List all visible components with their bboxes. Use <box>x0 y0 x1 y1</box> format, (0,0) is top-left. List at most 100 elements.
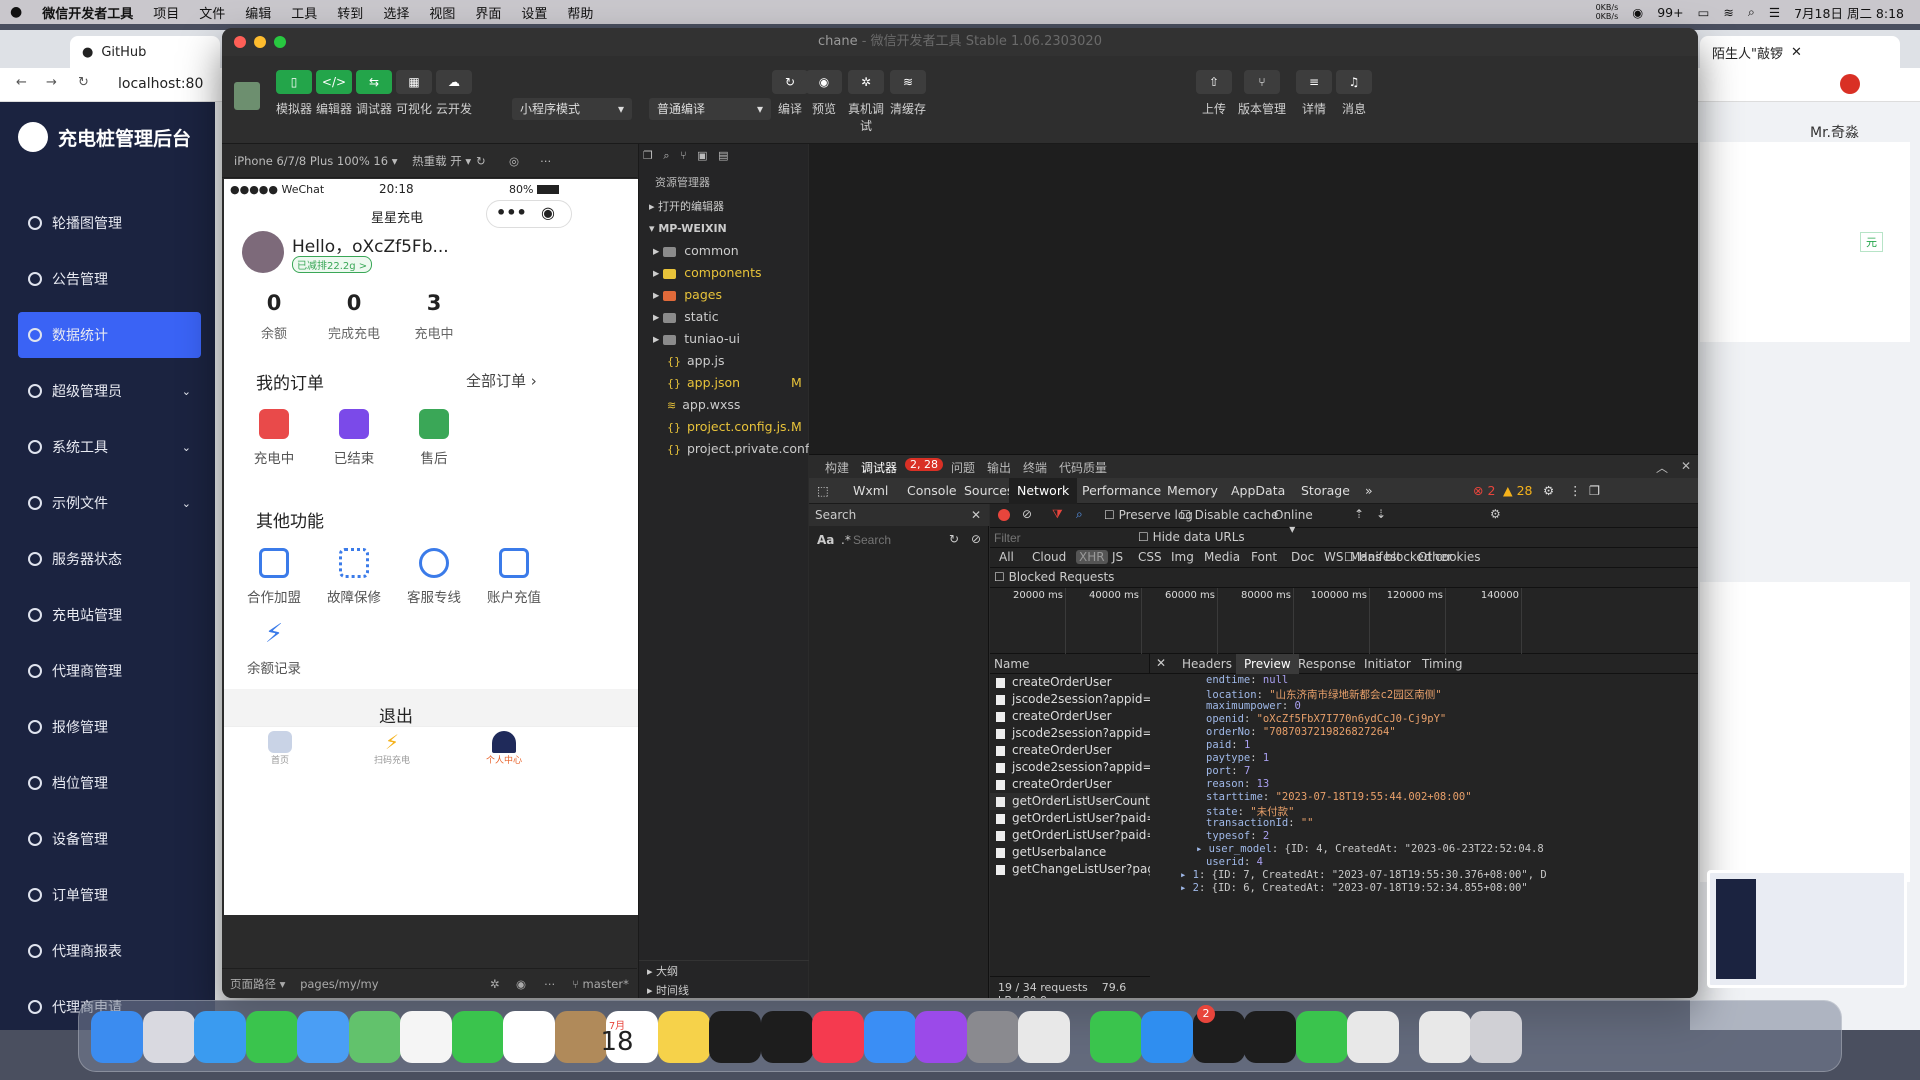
sidebar-item[interactable]: 数据统计 <box>18 312 201 358</box>
device-select[interactable]: iPhone 6/7/8 Plus 100% 16 <box>234 154 388 168</box>
settings-icon[interactable]: ✲ <box>490 969 500 998</box>
clear-icon[interactable]: ⊘ <box>1022 507 1032 521</box>
extensions-icon[interactable]: ▣ <box>697 149 707 162</box>
mode-select[interactable]: 小程序模式 ▾ <box>512 98 632 120</box>
record-button[interactable] <box>998 509 1010 521</box>
simulator-button[interactable]: ▯ 模拟器 <box>274 70 314 117</box>
regex-toggle[interactable]: .* <box>841 533 851 547</box>
screenshot-thumbnail[interactable] <box>1707 870 1907 988</box>
tab-performance[interactable]: Performance <box>1074 478 1169 504</box>
tab-problems[interactable]: 问题 <box>951 459 975 476</box>
more-icon[interactable]: ⋯ <box>544 969 556 998</box>
preview-line[interactable]: orderNo: "7087037219826827264" <box>1206 726 1396 738</box>
more-icon[interactable]: ••• <box>496 203 527 222</box>
folder-item[interactable]: ▸ components <box>639 262 809 284</box>
name-column-header[interactable]: Name <box>990 654 1150 674</box>
settings-icon[interactable]: ⚙ <box>1490 507 1501 521</box>
url-field[interactable]: localhost:80 <box>118 76 203 92</box>
menu-select[interactable]: 选择 <box>373 3 419 22</box>
wechat-status-icon[interactable]: ◉ <box>1632 5 1643 20</box>
appstore-icon[interactable] <box>863 1011 916 1063</box>
tab-timing[interactable]: Timing <box>1414 654 1471 674</box>
sidebar-item[interactable]: 设备管理 <box>18 816 201 862</box>
wechat-icon[interactable] <box>1089 1011 1142 1063</box>
menu-edit[interactable]: 编辑 <box>235 3 281 22</box>
sidebar-item[interactable]: 代理商报表 <box>18 928 201 974</box>
order-aftersale[interactable]: 售后 <box>394 409 474 467</box>
request-row[interactable]: getUserbalance <box>990 844 1150 861</box>
request-row[interactable]: createOrderUser <box>990 708 1150 725</box>
fn-repair[interactable]: 故障保修 <box>314 548 394 606</box>
folder-item[interactable]: ▸ common <box>639 240 809 262</box>
user-name[interactable]: Mr.奇淼 <box>1810 122 1859 142</box>
blocked-cookies-checkbox[interactable]: ☐ Has blocked cookies <box>1344 550 1480 564</box>
close-icon[interactable]: ✕ <box>1791 45 1802 60</box>
request-row[interactable]: getOrderListUserCount <box>990 793 1150 810</box>
folder-item[interactable]: ▸ tuniao-ui <box>639 328 809 350</box>
hide-data-urls-checkbox[interactable]: ☐ Hide data URLs <box>1138 530 1245 544</box>
sidebar-item[interactable]: 超级管理员 ⌄ <box>18 368 201 414</box>
preview-line[interactable]: ▸ 2: {ID: 6, CreatedAt: "2023-07-18T19:5… <box>1180 882 1528 894</box>
terminal-icon[interactable] <box>709 1011 761 1063</box>
close-detail-icon[interactable]: ✕ <box>1156 656 1166 670</box>
error-count[interactable]: ⊗ 2 <box>1473 483 1495 498</box>
tab-response[interactable]: Response <box>1290 654 1364 674</box>
tab-initiator[interactable]: Initiator <box>1356 654 1419 674</box>
request-row[interactable]: getChangeListUser?page=1... <box>990 861 1150 878</box>
type-filter-xhr[interactable]: XHR <box>1076 550 1108 564</box>
git-icon[interactable]: ⑂ <box>680 149 687 162</box>
eye-icon[interactable]: ◉ <box>516 969 526 998</box>
preview-line[interactable]: reason: 13 <box>1206 778 1269 790</box>
preview-line[interactable]: paytype: 1 <box>1206 752 1269 764</box>
collapse-icon[interactable]: ︿ <box>1656 459 1668 476</box>
menu-view[interactable]: 视图 <box>419 3 465 22</box>
preview-line[interactable]: maximumpower: 0 <box>1206 700 1301 712</box>
export-har-icon[interactable]: ⇣ <box>1376 507 1386 521</box>
file-item[interactable]: {} app.js <box>639 350 809 372</box>
sidebar-item[interactable]: 系统工具 ⌄ <box>18 424 201 470</box>
preview-line[interactable]: ▸ user_model: {ID: 4, CreatedAt: "2023-0… <box>1196 843 1544 855</box>
podcasts-icon[interactable] <box>915 1011 967 1063</box>
calendar-icon[interactable] <box>503 1011 555 1063</box>
menu-interface[interactable]: 界面 <box>465 3 511 22</box>
webstorm-icon[interactable] <box>1244 1011 1296 1063</box>
type-filter-font[interactable]: Font <box>1248 550 1280 564</box>
folder-item[interactable]: ▸ static <box>639 306 809 328</box>
page-path-label[interactable]: 页面路径 <box>230 977 276 991</box>
wifi-icon[interactable]: ≋ <box>1723 5 1733 20</box>
type-filter-css[interactable]: CSS <box>1135 550 1165 564</box>
more-icon[interactable]: ⋮ <box>1569 483 1582 498</box>
preview-line[interactable]: ▸ 1: {ID: 7, CreatedAt: "2023-07-18T19:5… <box>1180 869 1547 881</box>
mail-icon[interactable] <box>297 1011 349 1063</box>
project-avatar[interactable] <box>234 82 260 110</box>
type-filter-cloud[interactable]: Cloud <box>1029 550 1069 564</box>
preview-line[interactable]: typesof: 2 <box>1206 830 1269 842</box>
search-tab[interactable]: Search ✕ <box>809 504 989 526</box>
close-mp-icon[interactable]: ◉ <box>541 203 555 222</box>
menubar-datetime[interactable]: 7月18日 周二 8:18 <box>1794 3 1904 22</box>
forward-icon[interactable]: → <box>46 75 57 90</box>
avatar[interactable] <box>242 231 284 273</box>
close-window-button[interactable] <box>234 36 246 48</box>
request-row[interactable]: jscode2session?appid=wx69. <box>990 759 1150 776</box>
tab-wxml[interactable]: Wxml <box>845 478 896 504</box>
sidebar-item[interactable]: 示例文件 ⌄ <box>18 480 201 526</box>
more-tabs-icon[interactable]: » <box>1365 483 1373 498</box>
tab-network[interactable]: Network <box>1009 478 1078 504</box>
chrome-icon[interactable] <box>1018 1011 1070 1063</box>
clear-icon[interactable]: ⊘ <box>971 532 981 546</box>
debugger-button[interactable]: ⇆ 调试器 <box>354 70 394 117</box>
blocked-requests-checkbox[interactable]: ☐ Blocked Requests <box>994 570 1114 584</box>
fn-service[interactable]: 客服专线 <box>394 548 474 606</box>
safari-icon[interactable] <box>194 1011 246 1063</box>
request-row[interactable]: createOrderUser <box>990 776 1150 793</box>
warning-count[interactable]: ▲ 28 <box>1503 483 1533 498</box>
sidebar-item[interactable]: 轮播图管理 <box>18 200 201 246</box>
tab-scan[interactable]: ⚡ 扫码充电 <box>352 731 432 766</box>
request-row[interactable]: getOrderListUser?paid=0 <box>990 827 1150 844</box>
menu-goto[interactable]: 转到 <box>327 3 373 22</box>
preview-line[interactable]: openid: "oXcZf5FbX7I770n6ydCcJ0-Cj9pY" <box>1206 713 1446 725</box>
files-icon[interactable]: ❐ <box>643 149 653 162</box>
reload-icon[interactable]: ↻ <box>78 75 89 90</box>
tab-build[interactable]: 构建 <box>825 459 849 476</box>
